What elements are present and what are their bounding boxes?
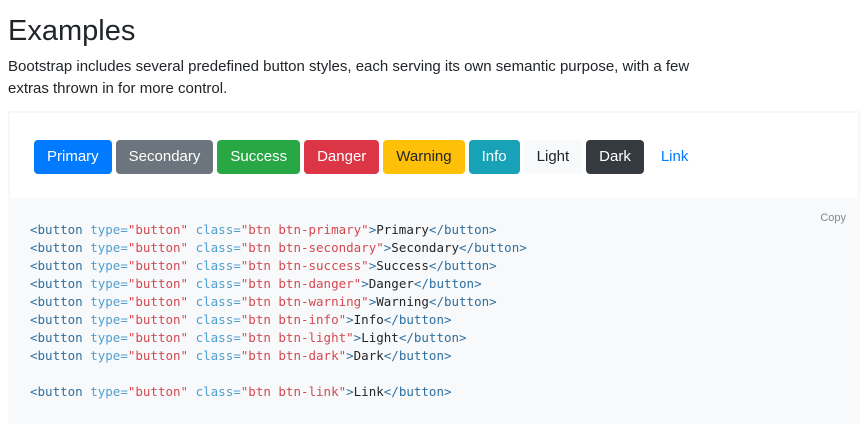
code-line: <button type="button" class="btn btn-pri…	[30, 221, 527, 239]
code-tag-close: </button>	[428, 294, 497, 309]
code-attr-type: type=	[90, 312, 128, 327]
code-tag-gt: >	[346, 312, 354, 327]
code-attr-type: type=	[90, 276, 128, 291]
code-line: <button type="button" class="btn btn-war…	[30, 293, 527, 311]
example-preview: Primary Secondary Success Danger Warning…	[8, 111, 860, 198]
code-line: <button type="button" class="btn btn-dan…	[30, 275, 527, 293]
light-button[interactable]: Light	[523, 140, 583, 174]
code-value-type: "button"	[127, 312, 189, 327]
code-attr-class: class=	[195, 294, 241, 309]
page-description: Bootstrap includes several predefined bu…	[8, 58, 690, 97]
code-line: <button type="button" class="btn btn-lin…	[30, 383, 527, 401]
code-attr-class: class=	[195, 312, 241, 327]
primary-button[interactable]: Primary	[34, 140, 112, 174]
code-inner-text: Danger	[368, 276, 414, 291]
code-tag-gt: >	[346, 348, 354, 363]
code-attr-class: class=	[195, 276, 241, 291]
code-tag-open: <button	[30, 222, 83, 237]
code-class-value: "btn btn-info"	[240, 312, 347, 327]
code-tag-open: <button	[30, 348, 83, 363]
code-tag-gt: >	[361, 276, 369, 291]
code-attr-type: type=	[90, 294, 128, 309]
code-value-type: "button"	[127, 258, 189, 273]
code-tag-close: </button>	[383, 348, 452, 363]
code-block: <button type="button" class="btn btn-pri…	[30, 221, 527, 401]
code-value-type: "button"	[127, 348, 189, 363]
code-tag-close: </button>	[459, 240, 527, 255]
code-attr-class: class=	[195, 384, 241, 399]
success-button[interactable]: Success	[217, 140, 301, 174]
dark-button[interactable]: Dark	[586, 140, 644, 174]
info-button[interactable]: Info	[468, 140, 520, 174]
button-row: Primary Secondary Success Danger Warning…	[34, 140, 701, 174]
code-class-value: "btn btn-secondary"	[240, 240, 384, 255]
code-attr-class: class=	[195, 348, 241, 363]
code-class-value: "btn btn-light"	[240, 330, 354, 345]
code-tag-open: <button	[30, 384, 83, 399]
code-value-type: "button"	[127, 294, 189, 309]
code-tag-open: <button	[30, 312, 83, 327]
code-class-value: "btn btn-primary"	[240, 222, 369, 237]
code-line: <button type="button" class="btn btn-sec…	[30, 239, 527, 257]
code-inner-text: Info	[353, 312, 384, 327]
code-value-type: "button"	[127, 240, 189, 255]
code-attr-type: type=	[90, 330, 128, 345]
code-attr-type: type=	[90, 240, 128, 255]
code-attr-type: type=	[90, 258, 128, 273]
code-inner-text: Primary	[376, 222, 429, 237]
code-tag-open: <button	[30, 276, 83, 291]
code-attr-class: class=	[195, 258, 241, 273]
code-line: <button type="button" class="btn btn-inf…	[30, 311, 527, 329]
code-tag-open: <button	[30, 258, 83, 273]
code-inner-text: Light	[361, 330, 399, 345]
code-line: <button type="button" class="btn btn-lig…	[30, 329, 527, 347]
code-attr-type: type=	[90, 384, 128, 399]
link-button[interactable]: Link	[648, 140, 702, 174]
code-tag-open: <button	[30, 240, 83, 255]
code-inner-text: Dark	[353, 348, 384, 363]
code-value-type: "button"	[127, 384, 189, 399]
code-attr-type: type=	[90, 348, 128, 363]
danger-button[interactable]: Danger	[304, 140, 380, 174]
warning-button[interactable]: Warning	[383, 140, 465, 174]
code-class-value: "btn btn-success"	[240, 258, 369, 273]
code-line: <button type="button" class="btn btn-dar…	[30, 347, 527, 365]
code-inner-text: Secondary	[391, 240, 460, 255]
code-attr-class: class=	[195, 240, 241, 255]
code-tag-open: <button	[30, 330, 83, 345]
code-value-type: "button"	[127, 222, 189, 237]
code-value-type: "button"	[127, 330, 189, 345]
code-attr-type: type=	[90, 222, 128, 237]
code-tag-close: </button>	[413, 276, 482, 291]
code-tag-open: <button	[30, 294, 83, 309]
code-inner-text: Warning	[376, 294, 429, 309]
page-title: Examples	[8, 15, 136, 47]
code-inner-text: Link	[353, 384, 384, 399]
code-line: <button type="button" class="btn btn-suc…	[30, 257, 527, 275]
code-tag-close: </button>	[398, 330, 467, 345]
code-class-value: "btn btn-warning"	[240, 294, 369, 309]
copy-button[interactable]: Copy	[820, 212, 846, 224]
code-value-type: "button"	[127, 276, 189, 291]
code-snippet: Copy <button type="button" class="btn bt…	[8, 198, 860, 424]
code-tag-close: </button>	[383, 312, 452, 327]
code-attr-class: class=	[195, 330, 241, 345]
code-tag-close: </button>	[383, 384, 452, 399]
code-tag-close: </button>	[428, 222, 497, 237]
code-class-value: "btn btn-dark"	[240, 348, 347, 363]
code-tag-gt: >	[346, 384, 354, 399]
code-class-value: "btn btn-danger"	[240, 276, 362, 291]
code-class-value: "btn btn-link"	[240, 384, 347, 399]
code-inner-text: Success	[376, 258, 429, 273]
secondary-button[interactable]: Secondary	[115, 140, 214, 174]
code-attr-class: class=	[195, 222, 241, 237]
code-tag-close: </button>	[428, 258, 497, 273]
